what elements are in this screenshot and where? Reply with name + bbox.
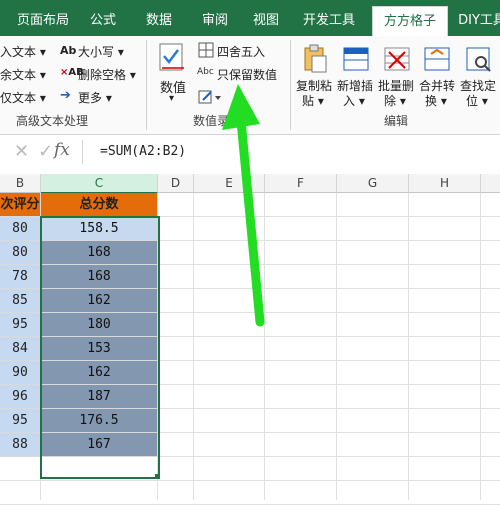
cell-b[interactable]: 80	[0, 217, 41, 241]
delete-text-menu[interactable]: 余文本 ▾	[0, 66, 46, 83]
cell-c[interactable]: 176.5	[41, 409, 158, 433]
tab-developer[interactable]: 开发工具	[296, 6, 362, 36]
numeric-icon[interactable]	[158, 42, 188, 74]
extract-text-menu[interactable]: 仅文本 ▾	[0, 89, 46, 106]
cell-c[interactable]: 168	[41, 241, 158, 265]
grid-vline	[480, 192, 481, 500]
cell-b[interactable]: 95	[0, 409, 41, 433]
copy-paste-icon	[304, 44, 327, 73]
tab-page-layout[interactable]: 页面布局	[10, 6, 76, 36]
annotation-arrow-icon	[222, 84, 265, 327]
cell-c[interactable]: 162	[41, 289, 158, 313]
cell-c[interactable]: 162	[41, 361, 158, 385]
round-icon	[198, 42, 214, 58]
col-header-d[interactable]: D	[158, 174, 194, 193]
insert-text-menu[interactable]: 入文本 ▾	[0, 43, 46, 60]
group-label-edit: 编辑	[384, 114, 409, 128]
tab-view[interactable]: 视图	[246, 6, 286, 36]
cell-c-header[interactable]: 总分数	[41, 193, 158, 217]
keep-value-icon: Abc	[197, 67, 214, 77]
cell-b[interactable]: 95	[0, 313, 41, 337]
cancel-icon[interactable]: ✕	[14, 141, 29, 162]
round-button[interactable]: 四舍五入	[217, 43, 265, 60]
find-locate-line2[interactable]: 位 ▾	[466, 92, 488, 109]
col-header-c[interactable]: C	[41, 174, 158, 194]
cell-c[interactable]: 187	[41, 385, 158, 409]
find-locate-icon	[466, 47, 491, 72]
insert-function-icon[interactable]: fx	[54, 140, 70, 160]
group-separator-2	[290, 40, 291, 130]
cell-c[interactable]: 180	[41, 313, 158, 337]
merge-convert-line2[interactable]: 换 ▾	[425, 92, 447, 109]
cell-b[interactable]: 96	[0, 385, 41, 409]
grid-hline	[0, 480, 500, 481]
tab-fangfang[interactable]: 方方格子	[372, 6, 448, 37]
formula-divider	[82, 140, 83, 164]
copy-paste-line2[interactable]: 贴 ▾	[302, 92, 324, 109]
fill-handle[interactable]	[155, 474, 160, 479]
tab-review[interactable]: 审阅	[192, 6, 238, 36]
col-header-g[interactable]: G	[337, 174, 409, 193]
batch-delete-icon	[384, 47, 410, 71]
group-separator	[146, 40, 147, 130]
more-menu[interactable]: 更多 ▾	[78, 89, 112, 106]
cell-b[interactable]: 88	[0, 433, 41, 457]
ribbon-tabs: 页面布局 公式 数据 审阅 视图 开发工具 方方格子 DIY工具	[0, 6, 500, 37]
cell-b[interactable]: 80	[0, 241, 41, 265]
col-header-b[interactable]: B	[0, 174, 41, 193]
formula-input[interactable]: =SUM(A2:B2)	[100, 144, 186, 159]
grid-vline	[408, 192, 409, 500]
cell-b[interactable]: 78	[0, 265, 41, 289]
cell-b-header[interactable]: 次评分	[0, 193, 41, 217]
cell-b[interactable]: 84	[0, 337, 41, 361]
numeric-dropdown[interactable]: ▾	[169, 93, 174, 104]
more-arrow-icon: ➔	[60, 88, 71, 103]
cell-c[interactable]: 167	[41, 433, 158, 457]
tab-formulas[interactable]: 公式	[82, 6, 124, 36]
grid-vline	[193, 192, 194, 500]
grid-vline	[336, 192, 337, 500]
tab-data[interactable]: 数据	[136, 6, 182, 36]
insert-icon	[343, 47, 369, 71]
insert-line2[interactable]: 入 ▾	[343, 92, 365, 109]
cell-c[interactable]: 153	[41, 337, 158, 361]
col-header-h[interactable]: H	[409, 174, 481, 193]
case-icon: Ab	[60, 44, 77, 57]
cell-c[interactable]: 168	[41, 265, 158, 289]
confirm-icon[interactable]: ✓	[38, 141, 53, 162]
cell-c[interactable]: 158.5	[41, 217, 158, 241]
group-label-text-processing: 高级文本处理	[16, 114, 89, 128]
col-header-next[interactable]	[481, 174, 500, 193]
cell-b[interactable]: 90	[0, 361, 41, 385]
merge-convert-icon	[424, 47, 450, 71]
tab-diy-tools[interactable]: DIY工具	[452, 6, 500, 36]
cell-b[interactable]: 85	[0, 289, 41, 313]
remove-space-menu[interactable]: 删除空格 ▾	[78, 66, 136, 83]
batch-delete-line2[interactable]: 除 ▾	[384, 92, 406, 109]
case-menu[interactable]: 大小写 ▾	[78, 43, 124, 60]
